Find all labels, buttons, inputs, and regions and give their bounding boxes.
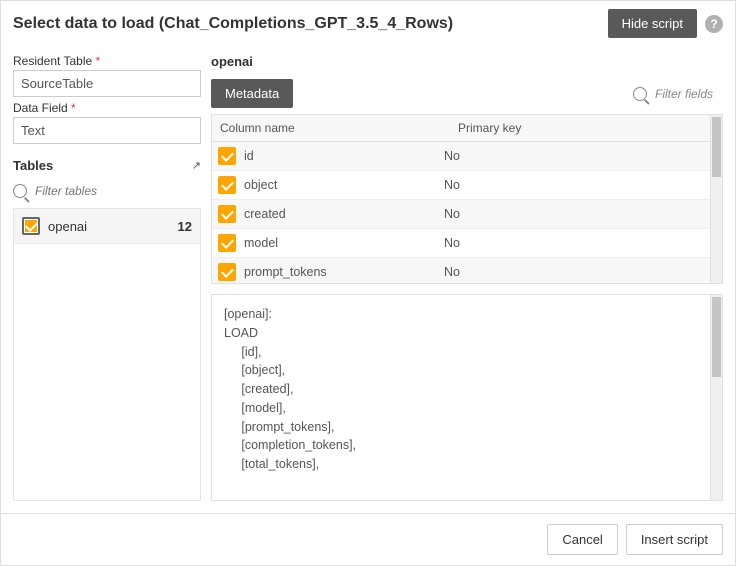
- filter-fields-placeholder: Filter fields: [655, 87, 713, 101]
- required-asterisk: *: [96, 54, 101, 68]
- resident-table-label-text: Resident Table: [13, 54, 92, 68]
- scrollbar-thumb[interactable]: [712, 117, 721, 177]
- select-data-dialog: Select data to load (Chat_Completions_GP…: [0, 0, 736, 566]
- filter-tables-input[interactable]: [33, 183, 201, 199]
- columns-header: Column name Primary key: [212, 115, 710, 142]
- dialog-body: Resident Table * Data Field * Tables ↗: [1, 46, 735, 513]
- column-name: prompt_tokens: [244, 265, 327, 279]
- filter-tables-row: [13, 179, 201, 208]
- column-name: object: [244, 178, 277, 192]
- required-asterisk: *: [71, 101, 76, 115]
- column-pk: No: [444, 178, 704, 192]
- left-panel: Resident Table * Data Field * Tables ↗: [13, 50, 201, 501]
- resident-table-label: Resident Table *: [13, 54, 201, 68]
- column-header-pk: Primary key: [450, 115, 710, 141]
- column-checkbox[interactable]: [218, 147, 236, 165]
- column-row[interactable]: object No: [212, 171, 710, 200]
- column-name: model: [244, 236, 278, 250]
- right-panel: openai Metadata Filter fields Column nam…: [211, 50, 723, 501]
- cancel-button[interactable]: Cancel: [547, 524, 617, 555]
- data-field-input[interactable]: [13, 117, 201, 144]
- dialog-title: Select data to load (Chat_Completions_GP…: [13, 15, 600, 33]
- script-scrollbar[interactable]: [710, 295, 722, 500]
- table-column-count: 12: [178, 219, 192, 234]
- table-item-openai[interactable]: openai 12: [14, 209, 200, 244]
- right-toolbar: Metadata Filter fields: [211, 79, 723, 108]
- tables-section-title: Tables: [13, 158, 192, 173]
- column-pk: No: [444, 149, 704, 163]
- column-row[interactable]: prompt_tokens No: [212, 258, 710, 283]
- metadata-button[interactable]: Metadata: [211, 79, 293, 108]
- column-pk: No: [444, 265, 704, 279]
- dialog-footer: Cancel Insert script: [1, 513, 735, 565]
- script-content: [openai]: LOAD [id], [object], [created]…: [212, 295, 710, 500]
- column-checkbox[interactable]: [218, 176, 236, 194]
- selected-table-title: openai: [211, 54, 723, 69]
- table-checkbox[interactable]: [22, 217, 40, 235]
- help-icon[interactable]: ?: [705, 15, 723, 33]
- filter-fields-row[interactable]: Filter fields: [633, 87, 713, 101]
- expand-icon[interactable]: ↗: [192, 159, 201, 172]
- search-icon: [13, 184, 27, 198]
- column-row[interactable]: created No: [212, 200, 710, 229]
- column-pk: No: [444, 236, 704, 250]
- column-name: created: [244, 207, 286, 221]
- insert-script-button[interactable]: Insert script: [626, 524, 723, 555]
- column-row[interactable]: model No: [212, 229, 710, 258]
- column-checkbox[interactable]: [218, 263, 236, 281]
- tables-section-header: Tables ↗: [13, 158, 201, 173]
- column-checkbox[interactable]: [218, 234, 236, 252]
- columns-scroll: Column name Primary key id No object No …: [212, 115, 710, 283]
- dialog-header: Select data to load (Chat_Completions_GP…: [1, 1, 735, 46]
- search-icon: [633, 87, 647, 101]
- data-field-label-text: Data Field: [13, 101, 68, 115]
- column-row[interactable]: id No: [212, 142, 710, 171]
- data-field-label: Data Field *: [13, 101, 201, 115]
- script-panel: [openai]: LOAD [id], [object], [created]…: [211, 294, 723, 501]
- column-pk: No: [444, 207, 704, 221]
- tables-list: openai 12: [13, 208, 201, 501]
- table-name: openai: [48, 219, 170, 234]
- resident-table-input[interactable]: [13, 70, 201, 97]
- scrollbar-thumb[interactable]: [712, 297, 721, 377]
- column-header-name: Column name: [212, 115, 450, 141]
- column-checkbox[interactable]: [218, 205, 236, 223]
- columns-scrollbar[interactable]: [710, 115, 722, 283]
- columns-panel: Column name Primary key id No object No …: [211, 114, 723, 284]
- hide-script-button[interactable]: Hide script: [608, 9, 697, 38]
- column-name: id: [244, 149, 254, 163]
